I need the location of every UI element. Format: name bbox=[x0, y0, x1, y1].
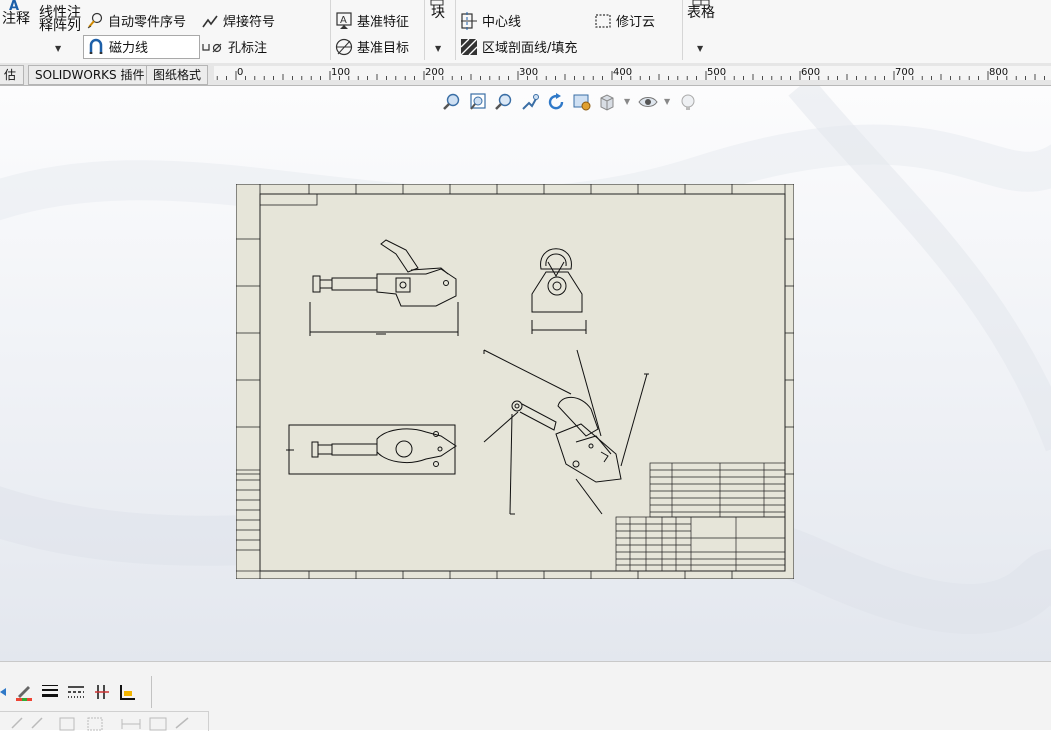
hole-callout-button[interactable]: 孔标注 bbox=[202, 37, 267, 56]
block-label: 块 bbox=[431, 5, 445, 21]
centerline-label: 中心线 bbox=[482, 15, 522, 30]
revision-cloud-icon bbox=[595, 13, 611, 28]
block-dropdown[interactable]: ▼ bbox=[435, 44, 441, 53]
centerline-button[interactable]: 中心线 bbox=[460, 11, 521, 30]
linear-note-pattern-label-bottom: 释阵列 bbox=[39, 18, 81, 34]
datum-target-icon bbox=[335, 38, 353, 55]
zoom-in-out-icon[interactable] bbox=[494, 92, 514, 112]
scene-lights-icon[interactable] bbox=[678, 92, 698, 112]
ruler-label: 0 bbox=[237, 67, 243, 78]
ribbon-separator bbox=[455, 0, 456, 60]
weld-symbol-icon bbox=[202, 15, 218, 27]
block-button[interactable]: 块 bbox=[428, 0, 450, 30]
display-style-icon[interactable] bbox=[572, 92, 592, 112]
drawing-sheet[interactable] bbox=[236, 184, 794, 579]
hide-show-items-icon[interactable] bbox=[638, 92, 658, 112]
line-style-icon[interactable] bbox=[66, 682, 86, 702]
horizontal-ruler: 0 100 200 300 400 500 600 700 800 bbox=[214, 66, 1051, 80]
magnetic-line-content: 磁力线 bbox=[87, 37, 148, 56]
ruler-label: 300 bbox=[519, 67, 538, 78]
datum-feature-label: 基准特征 bbox=[357, 15, 410, 30]
view-orientation-dropdown-icon[interactable]: ▼ bbox=[624, 92, 632, 112]
view-orientation-icon[interactable] bbox=[598, 92, 618, 112]
annotation-button[interactable]: A 注释 bbox=[0, 0, 34, 32]
weld-symbol-label: 焊接符号 bbox=[223, 15, 276, 30]
ribbon-separator bbox=[330, 0, 331, 60]
datum-feature-icon: A bbox=[336, 11, 352, 29]
auto-balloon-icon bbox=[87, 12, 103, 28]
magnetic-line-label: 磁力线 bbox=[109, 41, 149, 56]
revision-cloud-label: 修订云 bbox=[616, 15, 656, 30]
ruler-label: 400 bbox=[613, 67, 632, 78]
magnet-icon bbox=[89, 38, 103, 54]
ruler-label: 100 bbox=[331, 67, 350, 78]
ruler-label: 200 bbox=[425, 67, 444, 78]
zoom-area-icon[interactable] bbox=[468, 92, 488, 112]
tab-evaluate[interactable]: 估 bbox=[0, 65, 24, 85]
rotate-view-icon[interactable] bbox=[546, 92, 566, 112]
color-display-mode-icon[interactable] bbox=[118, 682, 138, 702]
weld-symbol-button[interactable]: 焊接符号 bbox=[201, 11, 275, 30]
datum-target-button[interactable]: 基准目标 bbox=[335, 37, 409, 56]
layer-icon[interactable] bbox=[0, 682, 8, 702]
line-color-icon[interactable] bbox=[14, 682, 34, 702]
tables-label: 表格 bbox=[687, 5, 715, 21]
area-hatch-button[interactable]: 区域剖面线/填充 bbox=[460, 37, 577, 56]
linear-note-pattern-button[interactable]: 线性注 释阵列 bbox=[38, 0, 82, 36]
datum-feature-button[interactable]: A 基准特征 bbox=[335, 11, 409, 30]
hole-callout-label: 孔标注 bbox=[228, 41, 268, 56]
ruler-label: 600 bbox=[801, 67, 820, 78]
view-toolbar: ▼ ▼ bbox=[442, 92, 698, 112]
hide-show-edges-icon[interactable] bbox=[92, 682, 112, 702]
ruler-label: 500 bbox=[707, 67, 726, 78]
ruler-label: 800 bbox=[989, 67, 1008, 78]
ribbon-separator bbox=[424, 0, 425, 60]
line-thickness-icon[interactable] bbox=[40, 682, 60, 702]
tables-button[interactable]: 表格 bbox=[686, 0, 720, 30]
auto-balloon-button[interactable]: 自动零件序号 bbox=[86, 11, 186, 30]
sheet-paper bbox=[236, 184, 794, 579]
auto-balloon-label: 自动零件序号 bbox=[108, 15, 187, 30]
bottom-toolbar bbox=[0, 661, 1051, 732]
datum-target-label: 基准目标 bbox=[357, 41, 410, 56]
centerline-icon bbox=[461, 11, 477, 30]
ruler-label: 700 bbox=[895, 67, 914, 78]
zoom-to-fit-icon[interactable] bbox=[442, 92, 462, 112]
linear-note-pattern-dropdown[interactable]: ▼ bbox=[55, 44, 61, 53]
toolbar-divider bbox=[151, 676, 152, 708]
line-toolbar bbox=[0, 682, 138, 702]
hide-show-dropdown-icon[interactable]: ▼ bbox=[664, 92, 672, 112]
pan-icon[interactable] bbox=[520, 92, 540, 112]
svg-text:A: A bbox=[340, 15, 347, 26]
sketch-tools-faded[interactable] bbox=[8, 714, 208, 732]
revision-cloud-button[interactable]: 修订云 bbox=[594, 11, 655, 30]
tables-dropdown[interactable]: ▼ bbox=[697, 44, 703, 53]
tab-solidworks-addins[interactable]: SOLIDWORKS 插件 bbox=[28, 65, 152, 85]
ribbon-separator bbox=[682, 0, 683, 60]
area-hatch-label: 区域剖面线/填充 bbox=[482, 41, 578, 56]
annotation-label: 注释 bbox=[2, 11, 30, 27]
tab-sheet-format[interactable]: 图纸格式 bbox=[146, 65, 209, 85]
ribbon: A 注释 线性注 释阵列 ▼ 自动零件序号 焊接符号 磁力线 孔标注 A 基准特… bbox=[0, 0, 1051, 64]
area-hatch-icon bbox=[460, 38, 478, 55]
hole-callout-icon bbox=[202, 43, 222, 52]
